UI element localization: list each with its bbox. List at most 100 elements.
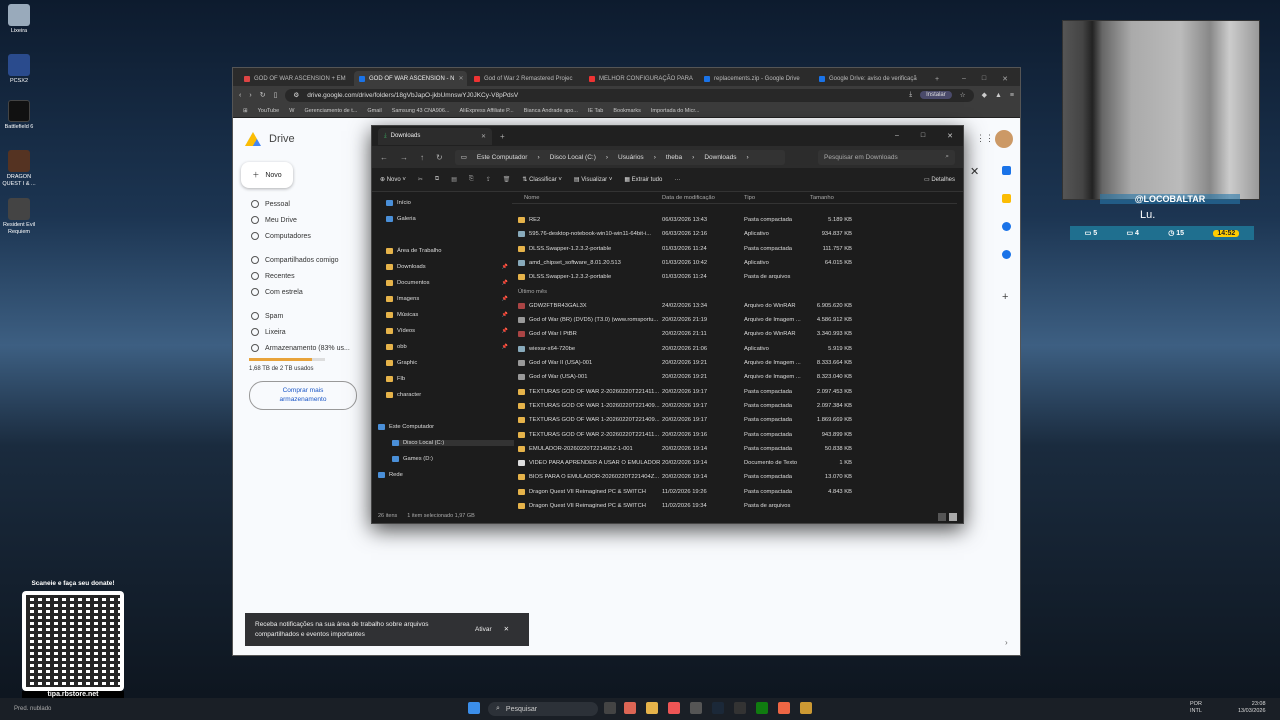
tree-item[interactable]: Flb bbox=[386, 376, 508, 382]
app-icon[interactable] bbox=[690, 702, 702, 714]
pin-icon[interactable]: 📌 bbox=[502, 312, 508, 318]
details-button[interactable]: ▭ Detalhes bbox=[924, 176, 955, 183]
share-icon[interactable]: ⇪ bbox=[486, 176, 491, 183]
app-icon[interactable] bbox=[800, 702, 812, 714]
bookmark-icon[interactable]: ▯ bbox=[274, 91, 278, 99]
bookmark-item[interactable]: Gerenciamento de t... bbox=[304, 108, 357, 114]
apps-icon[interactable]: ⊞ bbox=[243, 108, 248, 114]
file-row[interactable]: TEXTURAS GOD OF WAR 2-20260220T221411...… bbox=[512, 428, 957, 442]
file-row[interactable]: RE2 06/03/2026 13:43 Pasta compactada 5.189… bbox=[512, 213, 957, 227]
desktop-icon-pcsx2[interactable]: PCSX2 bbox=[2, 54, 36, 85]
nav-computers[interactable]: Computadores bbox=[251, 232, 311, 240]
file-row[interactable]: DLSS.Swapper-1.2.3.2-portable 01/03/2026 … bbox=[512, 270, 957, 284]
tree-item[interactable]: Vídeos 📌 bbox=[386, 328, 508, 334]
windows-start-icon[interactable] bbox=[468, 702, 480, 714]
more-options-button[interactable]: ··· bbox=[674, 177, 680, 183]
tree-item[interactable]: Imagens 📌 bbox=[386, 296, 508, 302]
language-indicator[interactable]: POR INTL bbox=[1190, 701, 1202, 714]
close-panel-icon[interactable]: ✕ bbox=[970, 165, 979, 178]
buy-storage-button[interactable]: Comprar mais armazenamento bbox=[249, 381, 357, 410]
tree-item[interactable]: Galeria bbox=[386, 216, 508, 222]
back-icon[interactable]: ‹ bbox=[239, 92, 241, 99]
browser-tab[interactable]: Google Drive: aviso de verificaçã bbox=[814, 71, 927, 86]
file-row[interactable]: amd_chipset_software_8.01.20.513 01/03/20… bbox=[512, 256, 957, 270]
site-info-icon[interactable]: ⚙ bbox=[293, 91, 299, 99]
column-name[interactable]: Nome bbox=[512, 195, 662, 201]
cut-icon[interactable]: ✂ bbox=[418, 176, 423, 183]
column-size[interactable]: Tamanho bbox=[810, 195, 852, 201]
browser-tab[interactable]: MELHOR CONFIGURAÇÃO PARA bbox=[584, 71, 697, 86]
steam-icon[interactable] bbox=[712, 702, 724, 714]
chevron-right-icon[interactable]: › bbox=[1005, 638, 1008, 647]
sort-button[interactable]: ⇅ Classificar ˅ bbox=[522, 176, 562, 183]
extract-all-button[interactable]: ▦ Extrair tudo bbox=[624, 176, 662, 183]
file-row[interactable]: God of War II (USA)-001 20/02/2026 19:21 A… bbox=[512, 356, 957, 370]
file-row[interactable]: Dragon Quest VII Reimagined PC & SWITCH 1… bbox=[512, 499, 957, 509]
pin-icon[interactable]: 📌 bbox=[502, 296, 508, 302]
file-row[interactable]: EMULADOR-20260220T221405Z-1-001 20/02/202… bbox=[512, 442, 957, 456]
desktop-icon-battlefield[interactable]: Battlefield 6 bbox=[2, 100, 36, 131]
drive-logo[interactable]: Drive bbox=[245, 132, 295, 146]
file-row[interactable]: TEXTURAS GOD OF WAR 1-20260220T221409...… bbox=[512, 399, 957, 413]
brave-icon[interactable] bbox=[668, 702, 680, 714]
tree-item[interactable]: Rede bbox=[378, 472, 500, 478]
browser-tab[interactable]: God of War 2 Remastered Projec bbox=[469, 71, 582, 86]
tree-item[interactable]: Documentos 📌 bbox=[386, 280, 508, 286]
nav-shared[interactable]: Compartilhados comigo bbox=[251, 256, 339, 264]
add-addon-icon[interactable]: + bbox=[1002, 291, 1008, 303]
pin-icon[interactable]: 📌 bbox=[502, 328, 508, 334]
reload-icon[interactable]: ↻ bbox=[260, 91, 266, 99]
desktop-icon-resident-evil[interactable]: Resident Evil Requiem bbox=[2, 198, 36, 235]
download-icon[interactable]: ⤓ bbox=[909, 91, 912, 99]
tree-item[interactable]: Graphic bbox=[386, 360, 508, 366]
file-row[interactable]: God of War (USA)-001 20/02/2026 19:21 Arqu… bbox=[512, 370, 957, 384]
keep-icon[interactable] bbox=[1002, 194, 1011, 203]
bookmark-item[interactable]: Bookmarks bbox=[613, 108, 641, 114]
desktop-icon-dragon-quest[interactable]: DRAGON QUEST I & ... bbox=[2, 150, 36, 187]
nav-storage[interactable]: Armazenamento (83% us... bbox=[251, 344, 350, 352]
bookmark-item[interactable]: W bbox=[289, 108, 294, 114]
extension-icon[interactable]: ◆ bbox=[982, 91, 987, 99]
tasks-icon[interactable] bbox=[1002, 222, 1011, 231]
pin-icon[interactable]: 📌 bbox=[502, 280, 508, 286]
column-date[interactable]: Data de modificação bbox=[662, 195, 744, 201]
clock[interactable]: 23:08 13/03/2026 bbox=[1238, 701, 1266, 714]
nav-trash[interactable]: Lixeira bbox=[251, 328, 286, 336]
paste-icon[interactable]: ▤ bbox=[451, 176, 457, 183]
star-icon[interactable]: ☆ bbox=[960, 91, 966, 99]
search-input[interactable]: Pesquisar em Downloads ⌕ bbox=[818, 149, 955, 165]
browser-tab[interactable]: GOD OF WAR ASCENSION + EM bbox=[239, 71, 352, 86]
file-row[interactable]: Dragon Quest VII Reimagined PC & SWITCH 1… bbox=[512, 485, 957, 499]
forward-icon[interactable]: → bbox=[400, 153, 408, 162]
url-field[interactable]: ⚙ drive.google.com/drive/folders/18gVbJap… bbox=[285, 88, 974, 102]
file-row[interactable]: GDW2FTBR43GAL3X 24/02/2026 13:34 Arquivo d… bbox=[512, 299, 957, 313]
shield-icon[interactable]: ▲ bbox=[995, 92, 1002, 99]
file-row[interactable]: VIDEO PARA APRENDER A USAR O EMULADOR 20/… bbox=[512, 456, 957, 470]
tree-item[interactable]: Downloads 📌 bbox=[386, 264, 508, 270]
view-button[interactable]: ▤ Visualizar ˅ bbox=[574, 176, 612, 183]
weather-text[interactable]: Pred. nublado bbox=[14, 706, 51, 712]
bookmark-item[interactable]: Importada do Micr... bbox=[651, 108, 700, 114]
file-row[interactable]: TEXTURAS GOD OF WAR 2-20260220T221411...… bbox=[512, 385, 957, 399]
bookmark-item[interactable]: YouTube bbox=[258, 108, 280, 114]
nav-spam[interactable]: Spam bbox=[251, 312, 283, 320]
group-header[interactable]: Último mês bbox=[512, 285, 957, 299]
contacts-icon[interactable] bbox=[1002, 250, 1011, 259]
tree-item[interactable]: Músicas 📌 bbox=[386, 312, 508, 318]
install-button[interactable]: Instalar bbox=[920, 91, 952, 99]
tree-item[interactable]: Área de Trabalho bbox=[386, 248, 508, 254]
activate-button[interactable]: Ativar bbox=[475, 625, 492, 634]
bookmark-item[interactable]: Gmail bbox=[367, 108, 381, 114]
close-tab-icon[interactable]: ✕ bbox=[481, 133, 486, 140]
app-icon[interactable] bbox=[734, 702, 746, 714]
bookmark-item[interactable]: Samsung 43 CNA906... bbox=[392, 108, 450, 114]
file-row[interactable]: God of War I PtBR 20/02/2026 21:11 Arquivo… bbox=[512, 327, 957, 341]
bookmark-item[interactable]: AliExpress Affiliate P... bbox=[460, 108, 514, 114]
copilot-icon[interactable] bbox=[624, 702, 636, 714]
close-icon[interactable]: ✕ bbox=[947, 132, 953, 140]
pin-icon[interactable]: 📌 bbox=[502, 264, 508, 270]
nav-recent[interactable]: Recentes bbox=[251, 272, 295, 280]
bookmark-item[interactable]: Bianca Andrade apo... bbox=[524, 108, 578, 114]
refresh-icon[interactable]: ↻ bbox=[436, 153, 443, 162]
minimize-icon[interactable]: – bbox=[962, 75, 966, 83]
